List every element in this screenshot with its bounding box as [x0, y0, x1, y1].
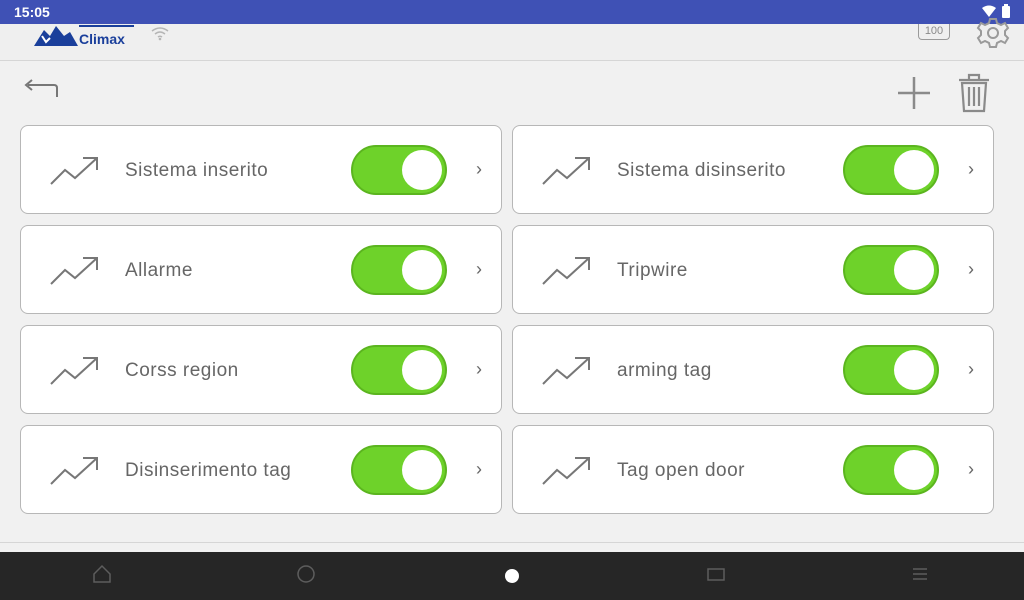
settings-gear-icon[interactable] — [976, 16, 1010, 50]
chevron-right-icon[interactable]: › — [476, 459, 482, 480]
toggle-knob — [402, 150, 442, 190]
climax-logo: Climax — [34, 24, 144, 48]
rule-card[interactable]: Tripwire › — [512, 225, 994, 314]
add-icon[interactable] — [894, 73, 934, 113]
rule-label: Sistema inserito — [125, 160, 269, 181]
rule-toggle[interactable] — [843, 145, 939, 195]
system-nav-bar — [0, 552, 1024, 600]
chevron-right-icon[interactable]: › — [476, 159, 482, 180]
rule-card[interactable]: Sistema inserito › — [20, 125, 502, 214]
rule-toggle[interactable] — [843, 445, 939, 495]
status-bar: 15:05 — [0, 0, 1024, 24]
toolbar — [0, 61, 1024, 121]
home-tab-icon[interactable] — [92, 564, 112, 584]
rule-card[interactable]: arming tag › — [512, 325, 994, 414]
wifi-icon — [151, 27, 169, 41]
trend-up-icon — [50, 457, 98, 485]
status-time: 15:05 — [14, 4, 50, 20]
back-arrow-icon[interactable] — [20, 77, 60, 103]
trend-up-icon — [50, 357, 98, 385]
chevron-right-icon[interactable]: › — [968, 159, 974, 180]
chevron-right-icon[interactable]: › — [476, 359, 482, 380]
rule-card[interactable]: Sistema disinserito › — [512, 125, 994, 214]
app-header: Climax 100 — [0, 18, 1024, 61]
rule-card[interactable]: Disinserimento tag › — [20, 425, 502, 514]
toggle-knob — [402, 350, 442, 390]
rule-label: arming tag — [617, 360, 712, 381]
rule-label: Disinserimento tag — [125, 460, 292, 481]
rule-toggle[interactable] — [351, 145, 447, 195]
rule-toggle[interactable] — [843, 345, 939, 395]
chevron-right-icon[interactable]: › — [968, 259, 974, 280]
battery-level-badge: 100 — [918, 24, 950, 40]
rule-card[interactable]: Allarme › — [20, 225, 502, 314]
trend-up-icon — [542, 357, 590, 385]
chevron-right-icon[interactable]: › — [968, 459, 974, 480]
rule-card-grid: Sistema inserito › Sistema disinserito ›… — [20, 125, 994, 514]
home-button[interactable] — [505, 569, 519, 583]
rule-label: Tag open door — [617, 460, 745, 481]
rule-toggle[interactable] — [351, 445, 447, 495]
toggle-knob — [402, 450, 442, 490]
camera-tab-icon[interactable] — [706, 564, 726, 584]
rule-label: Sistema disinserito — [617, 160, 786, 181]
rule-toggle[interactable] — [351, 245, 447, 295]
logo-underline — [79, 25, 134, 27]
toggle-knob — [894, 150, 934, 190]
rule-label: Corss region — [125, 360, 239, 381]
rule-toggle[interactable] — [351, 345, 447, 395]
trend-up-icon — [50, 157, 98, 185]
toggle-knob — [402, 250, 442, 290]
chevron-right-icon[interactable]: › — [476, 259, 482, 280]
chevron-right-icon[interactable]: › — [968, 359, 974, 380]
trend-up-icon — [50, 257, 98, 285]
toggle-knob — [894, 350, 934, 390]
history-tab-icon[interactable] — [296, 564, 316, 584]
rule-label: Allarme — [125, 260, 193, 281]
rule-card[interactable]: Corss region › — [20, 325, 502, 414]
menu-tab-icon[interactable] — [910, 564, 930, 584]
rule-label: Tripwire — [617, 260, 688, 281]
trend-up-icon — [542, 157, 590, 185]
toggle-knob — [894, 250, 934, 290]
rule-card[interactable]: Tag open door › — [512, 425, 994, 514]
mountain-logo-icon — [34, 26, 78, 46]
rule-toggle[interactable] — [843, 245, 939, 295]
brand-name: Climax — [79, 31, 125, 47]
divider — [0, 542, 1024, 543]
trend-up-icon — [542, 457, 590, 485]
trend-up-icon — [542, 257, 590, 285]
toggle-knob — [894, 450, 934, 490]
trash-icon[interactable] — [956, 73, 992, 113]
